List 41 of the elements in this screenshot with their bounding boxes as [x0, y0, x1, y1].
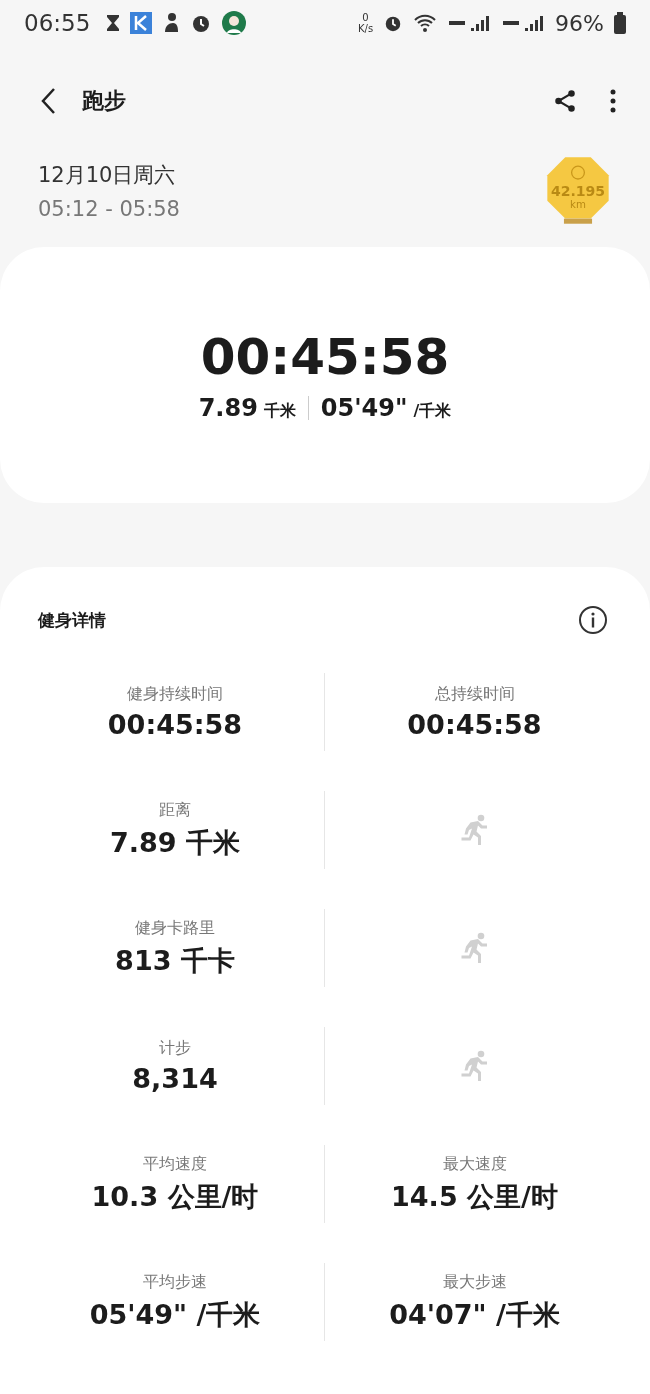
stat-value: 7.89 千米	[110, 825, 240, 860]
stat-value: 8,314	[132, 1063, 218, 1094]
stat-label: 最大速度	[442, 1153, 507, 1175]
stat-label: 平均速度	[143, 1153, 207, 1175]
time-range: 05:12 - 05:58	[38, 196, 180, 221]
share-icon	[552, 88, 578, 114]
page-title: 跑步	[82, 87, 126, 115]
app-icon	[130, 12, 153, 34]
marathon-medal: 42.195 km	[546, 156, 610, 225]
stat-value: 00:45:58	[107, 709, 243, 740]
signal-icon	[501, 13, 546, 33]
stat-label: 计步	[159, 1038, 191, 1059]
section-title: 健身详情	[38, 608, 106, 632]
pace-value: 05'49" /千米	[320, 394, 452, 422]
stat-label: 最大步速	[442, 1271, 507, 1293]
back-icon	[40, 87, 56, 115]
battery-icon	[614, 12, 626, 34]
total-duration: 00:45:58	[200, 328, 450, 386]
stat-label: 平均步速	[143, 1271, 207, 1293]
workout-date: 12月10日周六	[38, 161, 177, 189]
stat-label: 健身卡路里	[135, 917, 215, 939]
battery-level: 96%	[555, 10, 604, 36]
stat-value: 813 千卡	[115, 943, 235, 978]
stat-label: 健身持续时间	[127, 684, 223, 705]
stat-value: 14.5 公里/时	[391, 1179, 558, 1214]
more-icon	[608, 88, 618, 114]
clock-time: 06:55	[24, 10, 91, 36]
stat-label: 总持续时间	[434, 684, 515, 705]
network-speed: 0 K/s	[357, 12, 374, 34]
stat-value: 04'07" /千米	[389, 1297, 560, 1332]
wifi-icon	[413, 13, 438, 33]
distance-value: 7.89 千米	[198, 394, 296, 422]
stat-value: 05'49" /千米	[89, 1297, 261, 1332]
signal-icon	[447, 13, 492, 33]
figure-icon	[162, 12, 181, 34]
info-icon	[578, 605, 608, 635]
avatar-icon	[222, 11, 247, 35]
stat-value: 10.3 公里/时	[91, 1179, 259, 1214]
stat-label: 距离	[159, 799, 191, 821]
hourglass-icon	[106, 14, 121, 32]
stat-value: 00:45:58	[407, 709, 542, 740]
